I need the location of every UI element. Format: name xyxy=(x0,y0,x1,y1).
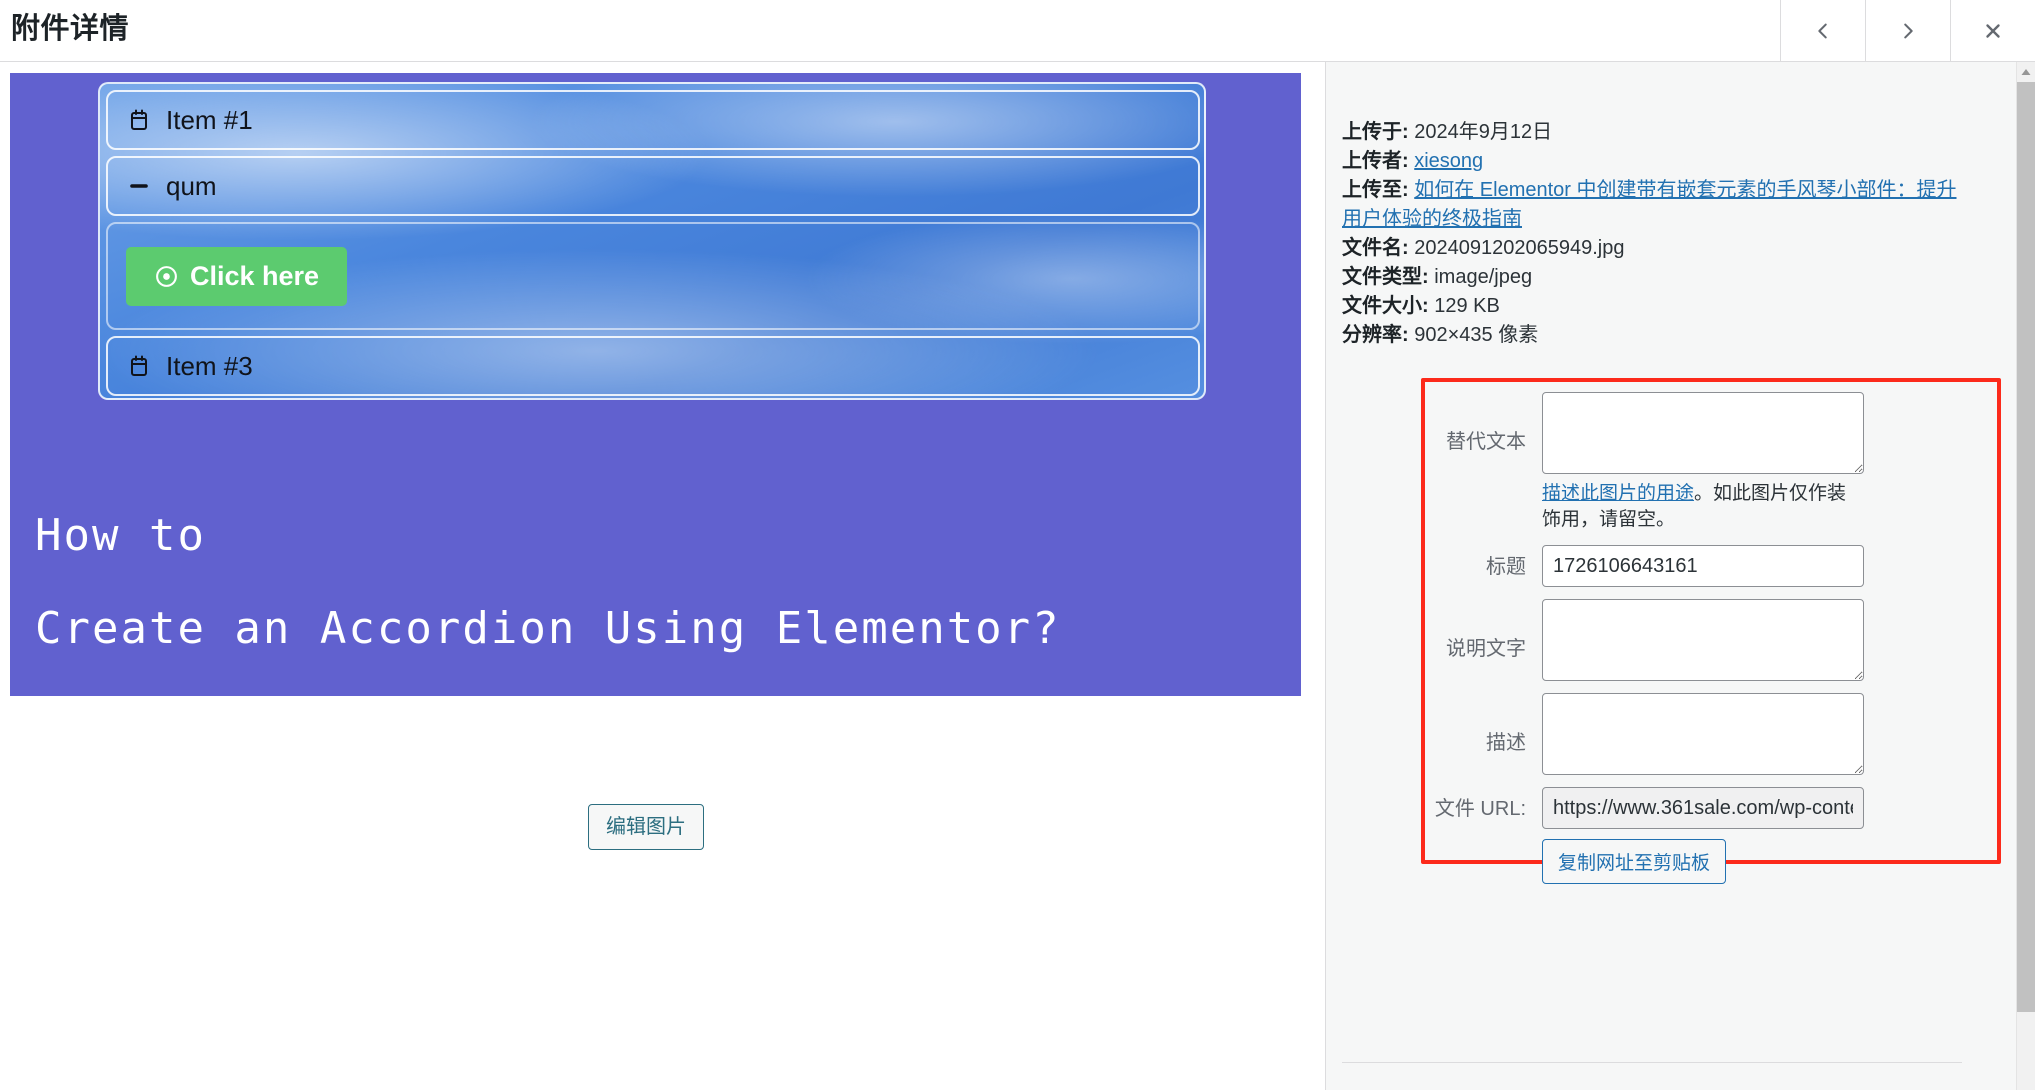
preview-heading-line-1: How to xyxy=(35,510,206,561)
dimensions-value: 902×435 像素 xyxy=(1414,324,1539,346)
accordion-expanded-panel: Click here xyxy=(106,222,1200,330)
accordion-item-2-label: qum xyxy=(166,170,217,201)
alt-text-label: 替代文本 xyxy=(1446,431,1526,453)
filename-value: 2024091202065949.jpg xyxy=(1414,237,1625,259)
alt-text-help: 描述此图片的用途。如此图片仅作装饰用，请留空。 xyxy=(1542,481,1864,533)
click-here-button[interactable]: Click here xyxy=(126,246,348,306)
previous-attachment-button[interactable] xyxy=(1780,0,1865,61)
copy-url-button[interactable]: 复制网址至剪贴板 xyxy=(1542,839,1727,884)
filesize-value: 129 KB xyxy=(1434,295,1500,317)
calendar-icon xyxy=(126,353,152,379)
uploaded-to-label: 上传至: xyxy=(1342,179,1409,201)
file-url-input[interactable] xyxy=(1542,787,1864,829)
metadata-uploaded-on: 上传于: 2024年9月12日 xyxy=(1342,118,1962,147)
chevron-left-icon xyxy=(1818,23,1827,38)
caption-input[interactable] xyxy=(1542,599,1864,681)
target-icon xyxy=(154,264,179,289)
caret-up-icon xyxy=(2021,68,2031,75)
title-input[interactable] xyxy=(1542,545,1864,587)
file-url-row: 文件 URL: 复制网址至剪贴板 xyxy=(1342,787,1992,884)
metadata-filesize: 文件大小: 129 KB xyxy=(1342,292,1962,321)
metadata-uploaded-to: 上传至: 如何在 Elementor 中创建带有嵌套元素的手风琴小部件：提升用户… xyxy=(1342,176,1962,234)
filetype-value: image/jpeg xyxy=(1434,266,1533,288)
caption-label: 说明文字 xyxy=(1446,638,1526,660)
dimensions-label: 分辨率: xyxy=(1342,324,1409,346)
attachment-settings-form: 替代文本 描述此图片的用途。如此图片仅作装饰用，请留空。 标题 说明文字 xyxy=(1342,392,1992,896)
uploaded-by-label: 上传者: xyxy=(1342,150,1409,172)
chevron-right-icon xyxy=(1904,23,1913,38)
attachment-details-sidebar: 上传于: 2024年9月12日 上传者: xiesong 上传至: 如何在 El… xyxy=(1325,62,2035,1090)
uploaded-to-link[interactable]: 如何在 Elementor 中创建带有嵌套元素的手风琴小部件：提升用户体验的终极… xyxy=(1342,179,1957,230)
accordion-widget: Item #1 qum Click here Item #3 xyxy=(98,82,1206,400)
sidebar-scrollbar[interactable] xyxy=(2016,62,2035,1090)
close-modal-button[interactable] xyxy=(1950,0,2035,61)
minus-icon xyxy=(126,173,152,199)
metadata-filename: 文件名: 2024091202065949.jpg xyxy=(1342,234,1962,263)
title-label: 标题 xyxy=(1486,556,1526,578)
filename-label: 文件名: xyxy=(1342,237,1409,259)
alt-text-input[interactable] xyxy=(1542,392,1864,474)
attachment-metadata-list: 上传于: 2024年9月12日 上传者: xiesong 上传至: 如何在 El… xyxy=(1342,118,1962,350)
scroll-up-button[interactable] xyxy=(2017,62,2035,81)
accordion-item-1[interactable]: Item #1 xyxy=(106,90,1200,150)
metadata-uploaded-by: 上传者: xiesong xyxy=(1342,147,1962,176)
file-url-label: 文件 URL: xyxy=(1434,798,1526,820)
metadata-filetype: 文件类型: image/jpeg xyxy=(1342,263,1962,292)
accordion-item-1-label: Item #1 xyxy=(166,104,253,135)
scrollbar-thumb[interactable] xyxy=(2017,82,2035,1012)
attachment-preview-pane: Item #1 qum Click here Item #3 How to Cr… xyxy=(0,62,1325,1090)
click-here-button-label: Click here xyxy=(190,260,320,291)
uploaded-on-value: 2024年9月12日 xyxy=(1414,121,1553,143)
accordion-item-2[interactable]: qum xyxy=(106,156,1200,216)
accordion-item-3[interactable]: Item #3 xyxy=(106,336,1200,396)
caption-row: 说明文字 xyxy=(1342,599,1992,681)
uploaded-by-link[interactable]: xiesong xyxy=(1414,150,1483,172)
uploaded-on-label: 上传于: xyxy=(1342,121,1409,143)
alt-text-row: 替代文本 描述此图片的用途。如此图片仅作装饰用，请留空。 xyxy=(1342,392,1992,533)
attachment-details-modal: 附件详情 Item #1 qum Click here Item #3 How … xyxy=(0,0,2035,1090)
header-button-group xyxy=(1780,0,2035,61)
metadata-dimensions: 分辨率: 902×435 像素 xyxy=(1342,321,1962,350)
close-icon xyxy=(1986,23,2000,38)
accordion-item-3-label: Item #3 xyxy=(166,350,253,381)
description-input[interactable] xyxy=(1542,693,1864,775)
filesize-label: 文件大小: xyxy=(1342,295,1429,317)
description-label: 描述 xyxy=(1486,732,1526,754)
filetype-label: 文件类型: xyxy=(1342,266,1429,288)
alt-text-help-link[interactable]: 描述此图片的用途 xyxy=(1542,483,1694,504)
next-attachment-button[interactable] xyxy=(1865,0,1950,61)
preview-heading-line-2: Create an Accordion Using Elementor? xyxy=(35,603,1061,654)
edit-image-button[interactable]: 编辑图片 xyxy=(588,804,704,850)
attachment-preview-image: Item #1 qum Click here Item #3 How to Cr… xyxy=(10,73,1301,696)
page-title: 附件详情 xyxy=(11,13,130,45)
calendar-icon xyxy=(126,107,152,133)
description-row: 描述 xyxy=(1342,693,1992,775)
modal-header: 附件详情 xyxy=(0,0,2035,62)
title-row: 标题 xyxy=(1342,545,1992,587)
sidebar-divider xyxy=(1342,1062,1962,1063)
